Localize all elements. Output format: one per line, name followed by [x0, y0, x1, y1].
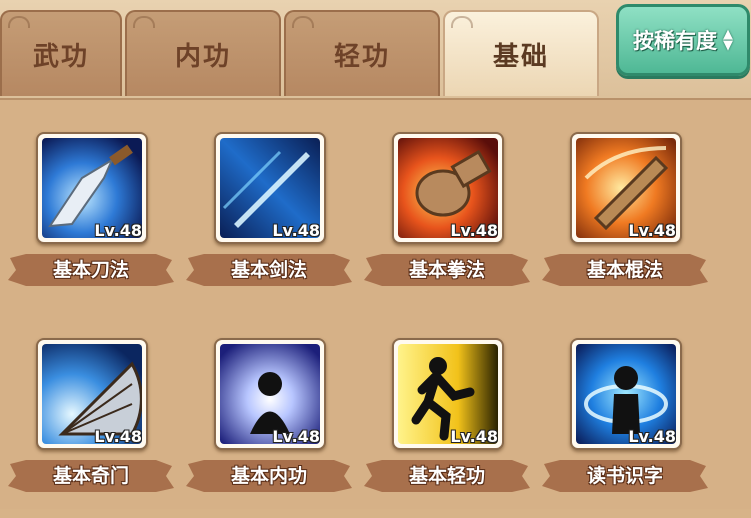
- skill-card[interactable]: Lv.48 基本轻功: [362, 338, 542, 518]
- skill-icon-frame: Lv.48: [214, 338, 326, 450]
- skill-icon-frame: Lv.48: [214, 132, 326, 244]
- skill-icon-frame: Lv.48: [570, 338, 682, 450]
- skill-label-band: 基本刀法: [6, 250, 176, 290]
- skill-name: 基本内功: [230, 465, 307, 487]
- skill-name: 基本棍法: [586, 259, 663, 281]
- tab-curl-ornament: [8, 16, 30, 28]
- tab-label: 武功: [32, 41, 89, 72]
- skill-label-band: 基本奇门: [6, 456, 176, 496]
- sort-by-rarity-button[interactable]: 按稀有度 ▲ ▼: [616, 4, 750, 76]
- skill-label-band: 基本拳法: [362, 250, 532, 290]
- skill-name: 基本剑法: [230, 259, 307, 281]
- tab-curl-ornament: [292, 16, 314, 28]
- skill-level: Lv.48: [628, 427, 676, 446]
- skill-icon-frame: Lv.48: [392, 132, 504, 244]
- skill-name: 基本拳法: [408, 259, 485, 281]
- tab-jichu[interactable]: 基础: [443, 10, 599, 96]
- skill-name: 读书识字: [586, 465, 663, 487]
- skill-card[interactable]: Lv.48 基本棍法: [540, 132, 720, 312]
- skill-name: 基本刀法: [52, 259, 129, 281]
- skill-icon-frame: Lv.48: [570, 132, 682, 244]
- skill-level: Lv.48: [450, 427, 498, 446]
- up-down-arrows-icon: ▲ ▼: [723, 27, 733, 53]
- skill-label-band: 基本内功: [184, 456, 354, 496]
- skill-name: 基本轻功: [408, 465, 485, 487]
- skill-level: Lv.48: [94, 221, 142, 240]
- tab-bar: 武功 内功 轻功 基础: [0, 10, 602, 98]
- skill-name: 基本奇门: [52, 465, 129, 487]
- skill-level: Lv.48: [94, 427, 142, 446]
- tab-label: 基础: [492, 41, 549, 72]
- tab-neigong[interactable]: 内功: [125, 10, 281, 96]
- skill-icon-frame: Lv.48: [36, 338, 148, 450]
- skill-level: Lv.48: [450, 221, 498, 240]
- skill-label-band: 基本剑法: [184, 250, 354, 290]
- skill-label-band: 基本棍法: [540, 250, 710, 290]
- tab-curl-ornament: [451, 16, 473, 28]
- tab-wugong[interactable]: 武功: [0, 10, 122, 96]
- sort-button-label: 按稀有度: [633, 29, 717, 53]
- tab-qinggong[interactable]: 轻功: [284, 10, 440, 96]
- skill-label-band: 读书识字: [540, 456, 710, 496]
- skill-level: Lv.48: [272, 221, 320, 240]
- skill-card[interactable]: Lv.48 基本剑法: [184, 132, 364, 312]
- skill-icon-frame: Lv.48: [392, 338, 504, 450]
- tab-label: 轻功: [333, 41, 390, 72]
- skill-icon-frame: Lv.48: [36, 132, 148, 244]
- skill-level: Lv.48: [272, 427, 320, 446]
- skill-card[interactable]: Lv.48 基本刀法: [6, 132, 186, 312]
- skill-label-band: 基本轻功: [362, 456, 532, 496]
- skill-card[interactable]: Lv.48 基本内功: [184, 338, 364, 518]
- skill-card[interactable]: Lv.48 基本拳法: [362, 132, 542, 312]
- tab-curl-ornament: [133, 16, 155, 28]
- tab-label: 内功: [174, 41, 231, 72]
- skill-card[interactable]: Lv.48 读书识字: [540, 338, 720, 518]
- skill-level: Lv.48: [628, 221, 676, 240]
- skill-card[interactable]: Lv.48 基本奇门: [6, 338, 186, 518]
